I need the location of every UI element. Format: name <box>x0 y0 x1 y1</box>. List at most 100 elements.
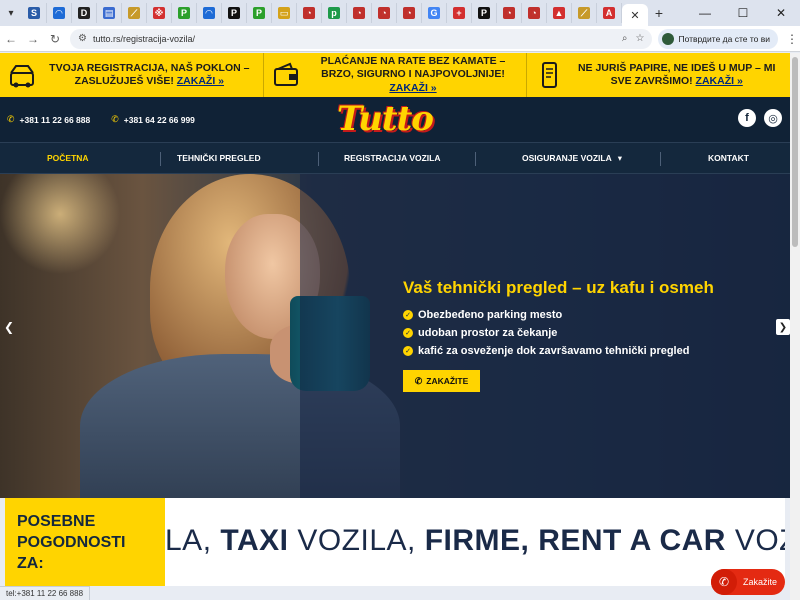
browser-tab[interactable]: P <box>222 3 247 23</box>
tab-search-button[interactable]: ▾ <box>0 2 22 24</box>
promo-text: NE JURIŠ PAPIRE, NE IDEŠ U MUP – MI SVE … <box>577 61 776 87</box>
forward-button[interactable]: → <box>22 28 44 50</box>
nav-item-osiguranje-vozila[interactable]: OSIGURANJE VOZILA ▾ <box>522 153 622 164</box>
favicon-icon: ◠ <box>53 7 65 19</box>
tab-list: S ◠ D ▤ ⟋ ※ P ◠ P P ▭ ◔ p ◔ ◔ ◔ G + P ◔ ◔ ▲ ⟋ A <box>22 3 622 23</box>
browser-tab[interactable]: D <box>72 3 97 23</box>
browser-tab[interactable]: A <box>597 3 622 23</box>
slider-prev-button[interactable]: ❮ <box>2 319 16 335</box>
favicon-icon: + <box>453 7 465 19</box>
nav-item-registracija-vozila[interactable]: REGISTRACIJA VOZILA <box>344 153 441 163</box>
promo-item-no-papers: NE JURIŠ PAPIRE, NE IDEŠ U MUP – MI SVE … <box>527 53 790 97</box>
browser-tab[interactable]: ⟋ <box>122 3 147 23</box>
active-tab[interactable]: ✕ <box>622 4 648 26</box>
phone-link-2[interactable]: ✆ +381 64 22 66 999 <box>111 114 195 125</box>
browser-tab[interactable]: P <box>472 3 497 23</box>
social-links: f ◎ <box>738 109 782 127</box>
maximize-button[interactable]: ☐ <box>724 0 762 26</box>
nav-item-label: OSIGURANJE VOZILA <box>522 153 612 163</box>
browser-tab[interactable]: ◔ <box>497 3 522 23</box>
favicon-icon: ▤ <box>103 7 115 19</box>
nav-divider <box>160 152 161 166</box>
favicon-icon: ◔ <box>353 7 365 19</box>
ticker-segment: LA, <box>165 524 221 557</box>
phone-link-1[interactable]: ✆ +381 11 22 66 888 <box>7 114 90 125</box>
nav-item-kontakt[interactable]: KONTAKT <box>708 153 749 163</box>
favicon-icon: ▲ <box>553 7 565 19</box>
hero-cta-button[interactable]: ✆ ZAKAŽITE <box>403 370 480 392</box>
browser-tab[interactable]: ◔ <box>297 3 322 23</box>
favicon-icon: P <box>228 7 240 19</box>
phone-icon: ✆ <box>111 114 119 124</box>
avatar <box>662 32 675 45</box>
browser-tab[interactable]: P <box>172 3 197 23</box>
list-item: ✓ kafić za osveženje dok završavamo tehni… <box>403 345 689 357</box>
floating-call-button[interactable]: ✆ Zakažite <box>711 569 785 595</box>
browser-menu-icon[interactable]: ⋮ <box>784 32 800 46</box>
browser-tab[interactable]: ▤ <box>97 3 122 23</box>
chevron-down-icon: ▾ <box>617 153 623 163</box>
feature-text: kafić za osveženje dok završavamo tehnič… <box>418 345 690 357</box>
url-input[interactable]: ⚙ tutto.rs/registracija-vozila/ ⌕ ☆ <box>70 28 653 49</box>
profile-button[interactable]: Потврдите да сте то ви <box>658 28 778 49</box>
zoom-icon[interactable]: ⌕ <box>622 33 628 44</box>
ticker-segment: FIRME, <box>424 524 539 557</box>
scrollbar-thumb[interactable] <box>792 57 798 247</box>
favicon-icon: ◠ <box>203 7 215 19</box>
favicon-icon: ◔ <box>378 7 390 19</box>
back-button[interactable]: ← <box>0 28 22 50</box>
hero-slider: Vaš tehnički pregled – uz kafu i osmeh ✓… <box>0 174 790 498</box>
slider-next-button[interactable]: ❯ <box>776 319 790 335</box>
nav-item-pocetna[interactable]: POČETNA <box>47 153 89 163</box>
promo-item-installments: PLAĆANJE NA RATE BEZ KAMATE – BRZO, SIGU… <box>264 53 528 97</box>
browser-tab[interactable]: ◔ <box>347 3 372 23</box>
gift-car-icon <box>8 60 36 90</box>
page-scrollbar[interactable] <box>790 53 800 600</box>
reload-button[interactable]: ↻ <box>44 28 66 50</box>
instagram-icon[interactable]: ◎ <box>764 109 782 127</box>
minimize-button[interactable]: — <box>686 0 724 26</box>
check-icon: ✓ <box>403 328 413 338</box>
promo-link-zakazi[interactable]: ZAKAŽI » <box>177 75 224 87</box>
close-window-button[interactable]: ✕ <box>762 0 800 26</box>
browser-tab[interactable]: ▲ <box>547 3 572 23</box>
browser-tab[interactable]: ※ <box>147 3 172 23</box>
browser-tab[interactable]: ⟋ <box>572 3 597 23</box>
browser-tab[interactable]: P <box>247 3 272 23</box>
browser-tab[interactable]: ◔ <box>372 3 397 23</box>
facebook-icon[interactable]: f <box>738 109 756 127</box>
nav-divider <box>475 152 476 166</box>
promo-link-zakazi[interactable]: ZAKAŽI » <box>389 82 436 94</box>
new-tab-button[interactable]: + <box>648 3 670 23</box>
list-item: ✓ Obezbeđeno parking mesto <box>403 309 689 321</box>
phone-document-icon <box>535 60 563 90</box>
close-tab-icon[interactable]: ✕ <box>630 9 639 22</box>
feature-text: udoban prostor za čekanje <box>418 327 558 339</box>
chevron-down-icon: ▾ <box>8 7 14 19</box>
browser-tab[interactable]: ◠ <box>47 3 72 23</box>
browser-tab[interactable]: S <box>22 3 47 23</box>
nav-item-tehnicki-pregled[interactable]: TEHNIČKI PREGLED <box>177 153 261 163</box>
browser-tab[interactable]: ◔ <box>397 3 422 23</box>
check-icon: ✓ <box>403 310 413 320</box>
window-controls: — ☐ ✕ <box>686 0 800 26</box>
site-logo[interactable]: Tutto <box>337 97 434 142</box>
promo-link-zakazi[interactable]: ZAKAŽI » <box>696 75 743 87</box>
site-info-icon[interactable]: ⚙ <box>78 33 87 44</box>
phone-number: +381 11 22 66 888 <box>19 114 91 125</box>
favicon-icon: P <box>478 7 490 19</box>
back-arrow-icon: ← <box>5 31 17 46</box>
bookmark-star-icon[interactable]: ☆ <box>636 33 645 44</box>
reload-icon: ↻ <box>49 31 61 46</box>
browser-tab[interactable]: p <box>322 3 347 23</box>
browser-tab[interactable]: ◔ <box>522 3 547 23</box>
browser-tab[interactable]: + <box>447 3 472 23</box>
main-nav: POČETNA TEHNIČKI PREGLED REGISTRACIJA VO… <box>0 142 790 174</box>
browser-tab[interactable]: ▭ <box>272 3 297 23</box>
phone-icon: ✆ <box>711 569 737 595</box>
favicon-icon: ※ <box>153 7 165 19</box>
favicon-icon: D <box>78 7 90 19</box>
browser-tab[interactable]: ◠ <box>197 3 222 23</box>
browser-tab[interactable]: G <box>422 3 447 23</box>
favicon-icon: ◔ <box>303 7 315 19</box>
